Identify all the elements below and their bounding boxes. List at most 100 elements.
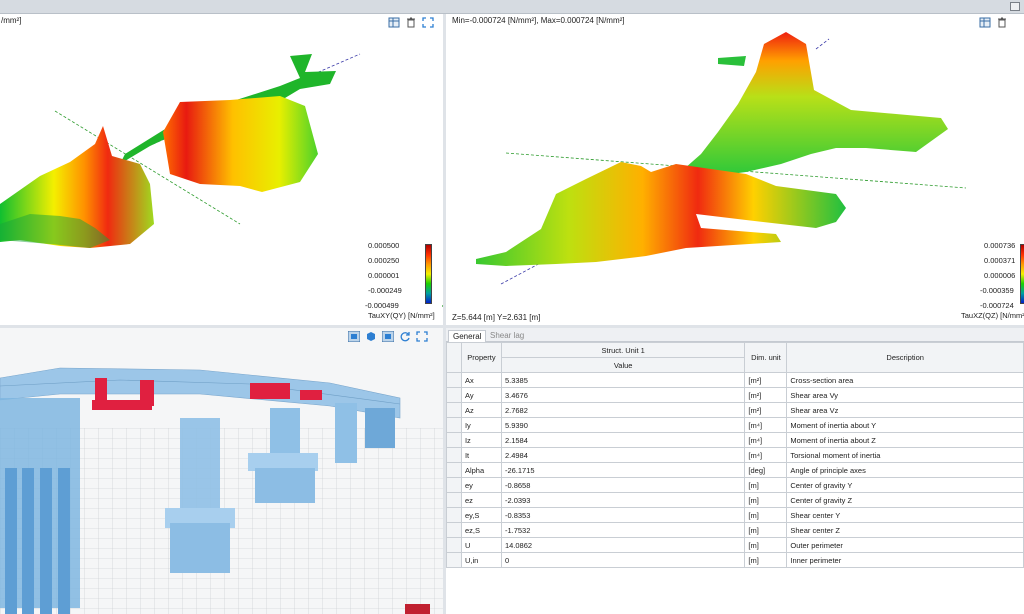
row-selector[interactable]: [446, 432, 462, 448]
column-header-dim-unit[interactable]: Dim. unit: [744, 342, 788, 373]
cell-property: Alpha: [460, 462, 502, 478]
row-selector[interactable]: [446, 477, 462, 493]
table-row[interactable]: Ay 3.4676 [m²] Shear area Vy: [446, 387, 1024, 403]
cell-value[interactable]: 2.1584: [500, 432, 746, 448]
row-selector[interactable]: [446, 447, 462, 463]
cell-dim-unit: [m]: [744, 537, 788, 553]
cell-dim-unit: [m]: [744, 552, 788, 568]
cell-property: U,in: [460, 552, 502, 568]
legend-value: 0.000006: [984, 271, 1016, 280]
solid-view-icon[interactable]: [348, 331, 360, 342]
table-row[interactable]: Iz 2.1584 [m⁴] Moment of inertia about Z: [446, 432, 1024, 448]
refresh-icon[interactable]: [399, 331, 411, 342]
cell-value[interactable]: -0.8658: [500, 477, 746, 493]
cell-description: Moment of inertia about Y: [786, 417, 1024, 433]
cell-value[interactable]: 3.4676: [500, 387, 746, 403]
stress-view-tauxy[interactable]: /mm²] 0.000500 0.000250 0.000001 -0.0002…: [0, 14, 443, 325]
table-row[interactable]: It 2.4984 [m⁴] Torsional moment of inertia: [446, 447, 1024, 463]
wireframe-view-icon[interactable]: [382, 331, 394, 342]
cell-dim-unit: [m]: [744, 477, 788, 493]
tab-shear-lag[interactable]: Shear lag: [486, 330, 528, 342]
row-selector[interactable]: [446, 492, 462, 508]
legend-value: 0.000500: [368, 241, 400, 250]
structure-render: [0, 328, 443, 614]
cell-property: It: [460, 447, 502, 463]
structure-3d-view[interactable]: [0, 328, 443, 614]
table-row[interactable]: ez -2.0393 [m] Center of gravity Z: [446, 492, 1024, 508]
cell-description: Cross-section area: [786, 372, 1024, 388]
cube-view-icon[interactable]: [365, 331, 377, 342]
legend-value: 0.000001: [368, 271, 400, 280]
table-row[interactable]: Alpha -26.1715 [deg] Angle of principle axe…: [446, 462, 1024, 478]
column-header-property[interactable]: Property: [460, 342, 502, 373]
cell-description: Moment of inertia about Z: [786, 432, 1024, 448]
row-selector[interactable]: [446, 417, 462, 433]
cell-description: Center of gravity Z: [786, 492, 1024, 508]
legend-value: -0.000249: [368, 286, 402, 295]
row-selector[interactable]: [446, 462, 462, 478]
cell-dim-unit: [m²]: [744, 387, 788, 403]
cell-value[interactable]: 2.7682: [500, 402, 746, 418]
row-selector[interactable]: [446, 387, 462, 403]
cell-dim-unit: [m²]: [744, 372, 788, 388]
cell-dim-unit: [m]: [744, 507, 788, 523]
row-selector[interactable]: [446, 537, 462, 553]
section-properties-panel: General Shear lag Property Struct. Unit …: [446, 328, 1024, 614]
cell-value[interactable]: -2.0393: [500, 492, 746, 508]
row-selector[interactable]: [446, 522, 462, 538]
cell-property: ey,S: [460, 507, 502, 523]
legend-value: -0.000499: [365, 301, 399, 310]
cell-value[interactable]: 5.9390: [500, 417, 746, 433]
row-selector[interactable]: [446, 372, 462, 388]
table-row[interactable]: U 14.0862 [m] Outer perimeter: [446, 537, 1024, 553]
cell-description: Torsional moment of inertia: [786, 447, 1024, 463]
column-header-group: Struct. Unit 1: [500, 342, 746, 358]
legend-value: 0.000371: [984, 256, 1016, 265]
cell-property: Iz: [460, 432, 502, 448]
table-row[interactable]: Az 2.7682 [m²] Shear area Vz: [446, 402, 1024, 418]
cell-value[interactable]: -26.1715: [500, 462, 746, 478]
table-row[interactable]: Ax 5.3385 [m²] Cross-section area: [446, 372, 1024, 388]
tab-general[interactable]: General: [448, 330, 487, 342]
view-toolbar: [348, 331, 428, 342]
table-row[interactable]: ey -0.8658 [m] Center of gravity Y: [446, 477, 1024, 493]
cell-value[interactable]: 2.4984: [500, 447, 746, 463]
cell-value[interactable]: -0.8353: [500, 507, 746, 523]
table-row[interactable]: Iy 5.9390 [m⁴] Moment of inertia about Y: [446, 417, 1024, 433]
cell-value[interactable]: 5.3385: [500, 372, 746, 388]
row-selector[interactable]: [446, 402, 462, 418]
cell-value[interactable]: -1.7532: [500, 522, 746, 538]
legend-value: -0.000359: [980, 286, 1014, 295]
column-header-value[interactable]: Value: [500, 357, 746, 373]
cell-value[interactable]: 0: [500, 552, 746, 568]
stress-view-tauxz[interactable]: Min=-0.000724 [N/mm²], Max=0.000724 [N/m…: [446, 14, 1024, 325]
legend-value: -0.000724: [980, 301, 1014, 310]
table-row[interactable]: ez,S -1.7532 [m] Shear center Z: [446, 522, 1024, 538]
cell-value[interactable]: 14.0862: [500, 537, 746, 553]
window-restore-button[interactable]: [1010, 2, 1020, 11]
cell-property: Ay: [460, 387, 502, 403]
cell-dim-unit: [m]: [744, 522, 788, 538]
cell-property: Az: [460, 402, 502, 418]
cell-property: Ax: [460, 372, 502, 388]
tab-bar: General Shear lag: [446, 328, 1024, 342]
cell-dim-unit: [m⁴]: [744, 417, 788, 433]
cell-dim-unit: [m⁴]: [744, 432, 788, 448]
cell-property: U: [460, 537, 502, 553]
table-row[interactable]: ey,S -0.8353 [m] Shear center Y: [446, 507, 1024, 523]
column-header-description[interactable]: Description: [786, 342, 1024, 373]
cell-dim-unit: [m⁴]: [744, 447, 788, 463]
cell-dim-unit: [deg]: [744, 462, 788, 478]
row-selector[interactable]: [446, 552, 462, 568]
legend-value: 0.000250: [368, 256, 400, 265]
cell-property: ey: [460, 477, 502, 493]
properties-table: Property Struct. Unit 1 Dim. unit Descri…: [446, 342, 1024, 568]
legend-title: TauXZ(QZ) [N/mm²: [961, 311, 1024, 320]
row-selector[interactable]: [446, 507, 462, 523]
cell-description: Outer perimeter: [786, 537, 1024, 553]
cell-description: Center of gravity Y: [786, 477, 1024, 493]
cell-dim-unit: [m²]: [744, 402, 788, 418]
cell-description: Shear center Z: [786, 522, 1024, 538]
table-row[interactable]: U,in 0 [m] Inner perimeter: [446, 552, 1024, 568]
fullscreen-icon[interactable]: [416, 331, 428, 342]
